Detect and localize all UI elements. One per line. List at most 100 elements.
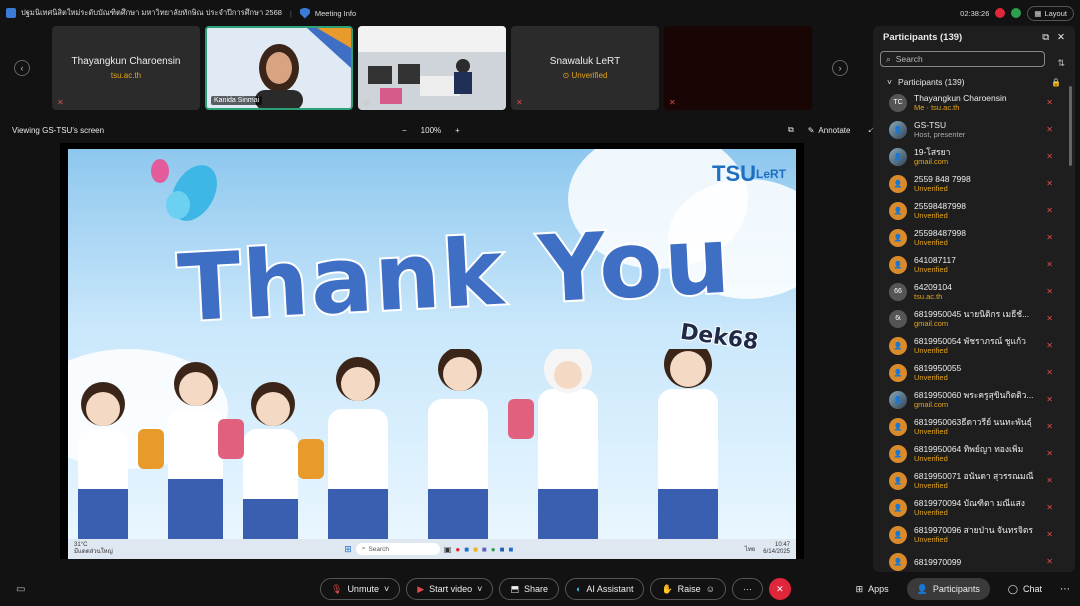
participant-subtitle: Unverified — [914, 237, 948, 247]
share-button[interactable]: ⬒ Share — [499, 578, 559, 600]
muted-mic-icon[interactable]: ✕ — [1046, 395, 1053, 404]
apps-label: Apps — [868, 584, 889, 594]
prev-tiles-button[interactable]: ‹ — [14, 60, 30, 76]
meeting-info-link[interactable]: Meeting Info — [315, 9, 356, 18]
taskbar-clock[interactable]: 10:47 6/14/2025 — [763, 542, 790, 556]
app-icon[interactable]: ■ — [482, 545, 487, 554]
more-options-button[interactable]: ··· — [731, 578, 763, 600]
zoom-in-button[interactable]: + — [455, 126, 460, 135]
shield-icon[interactable] — [299, 7, 310, 19]
raise-label: Raise — [677, 584, 701, 594]
muted-mic-icon[interactable]: ✕ — [1046, 206, 1053, 215]
popout-icon[interactable]: ⧉ — [788, 125, 794, 135]
chrome-icon[interactable]: ● — [491, 545, 496, 554]
layout-button[interactable]: ▦ Layout — [1027, 5, 1074, 21]
panel-header-actions: ⧉ ✕ — [1042, 32, 1065, 43]
recording-icon[interactable] — [995, 8, 1006, 18]
participant-row[interactable]: 👤 6819950071 อนันดา สุวรรณมณี Unverified ✕ — [889, 467, 1065, 494]
participant-row[interactable]: 👤 25598487998 Unverified ✕ — [889, 224, 1065, 251]
more-icon[interactable]: ⋯ — [1060, 584, 1070, 595]
lang-indicator[interactable]: ไทย — [745, 544, 756, 554]
participant-row[interactable]: 👤 6819970099 ✕ — [889, 548, 1065, 572]
video-tile-active-speaker[interactable]: Kanida Sinmai — [205, 26, 353, 110]
muted-mic-icon[interactable]: ✕ — [1046, 152, 1053, 161]
apps-button[interactable]: ⊞ Apps — [846, 578, 899, 600]
muted-mic-icon[interactable]: ✕ — [1046, 476, 1053, 485]
word-icon[interactable]: ■ — [500, 545, 505, 554]
muted-mic-icon[interactable]: ✕ — [1046, 125, 1053, 134]
app-icon[interactable]: ● — [455, 545, 460, 554]
chat-button[interactable]: ◯ Chat — [998, 578, 1052, 600]
muted-mic-icon[interactable]: ✕ — [1046, 503, 1053, 512]
participant-info: 641087117 Unverified — [914, 255, 1065, 275]
zoom-out-button[interactable]: − — [402, 126, 407, 135]
panel-scrollbar[interactable] — [1069, 86, 1072, 166]
muted-mic-icon[interactable]: ✕ — [1046, 368, 1053, 377]
participant-row[interactable]: 👤 GS-TSU Host, presenter ✕ — [889, 116, 1065, 143]
muted-mic-icon[interactable]: ✕ — [1046, 287, 1053, 296]
leave-meeting-button[interactable]: ✕ — [768, 578, 791, 600]
taskview-icon[interactable]: ▣ — [444, 545, 452, 554]
participant-subtitle: Unverified — [914, 372, 948, 382]
share-toolbar: Viewing GS-TSU's screen − 100% + ⧉ ✎ Ann… — [0, 122, 875, 138]
weather-widget[interactable]: 31°C มีแดดส่วนใหญ่ — [74, 542, 113, 556]
unmute-button[interactable]: 🎙 Unmute ˅ — [320, 578, 401, 600]
participant-row[interactable]: 👤 6819950064 ทิพย์ญา ทองเพิ่ม Unverified ✕ — [889, 440, 1065, 467]
slide: TSU LeRT Thank You Dek68 — [68, 149, 796, 539]
popout-icon[interactable]: ⧉ — [1042, 32, 1049, 43]
participant-row[interactable]: TC Thayangkun Charoensin Me · tsu.ac.th ✕ — [889, 89, 1065, 116]
folder-icon[interactable]: ■ — [473, 545, 478, 554]
muted-mic-icon[interactable]: ✕ — [1046, 530, 1053, 539]
search-input[interactable]: Search — [896, 54, 923, 64]
annotate-button[interactable]: Annotate — [818, 126, 850, 135]
start-video-button[interactable]: ▶ Start video ˅ — [406, 578, 494, 600]
chevron-down-icon[interactable]: ˅ — [384, 584, 389, 594]
muted-mic-icon[interactable]: ✕ — [1046, 260, 1053, 269]
video-tile[interactable]: ▣ — [358, 26, 506, 110]
participant-row[interactable]: 👤 6819950055 Unverified ✕ — [889, 359, 1065, 386]
participant-row[interactable]: 👤 25598487998 Unverified ✕ — [889, 197, 1065, 224]
muted-mic-icon[interactable]: ✕ — [1046, 341, 1053, 350]
participants-group-header[interactable]: ˅ Participants (139) 🔒 — [873, 69, 1075, 89]
video-tile[interactable]: Snawaluk LeRT ⊙ Unverified ✕ — [511, 26, 659, 110]
muted-mic-icon[interactable]: ✕ — [1046, 449, 1053, 458]
captions-icon[interactable]: ▭ — [16, 584, 25, 595]
muted-mic-icon[interactable]: ✕ — [1046, 314, 1053, 323]
taskbar-search[interactable]: ⌕ Search — [355, 543, 440, 555]
participant-row[interactable]: 66 64209104 tsu.ac.th ✕ — [889, 278, 1065, 305]
participant-row[interactable]: 👤 6819950060 พระครูสุขินกิตติว... gmail.co… — [889, 386, 1065, 413]
participant-name: 2559 848 7998 — [914, 173, 971, 184]
app-icon[interactable]: ■ — [464, 545, 469, 554]
muted-mic-icon[interactable]: ✕ — [1046, 179, 1053, 188]
close-icon[interactable]: ✕ — [1057, 32, 1065, 43]
sort-icon[interactable]: ⇅ — [1057, 58, 1065, 69]
reactions-icon[interactable]: ☺ — [706, 584, 715, 594]
avatar: 👤 — [889, 228, 907, 247]
participant-row[interactable]: 👤 6819950063ธีดาวรีย์ นนทะพันธุ์ Unverifie… — [889, 413, 1065, 440]
video-tile[interactable]: Thayangkun Charoensin tsu.ac.th ✕ — [52, 26, 200, 110]
muted-mic-icon[interactable]: ✕ — [1046, 557, 1053, 566]
participant-row[interactable]: 👤 6819970094 บัณฑิตา มณีแสง Unverified ✕ — [889, 494, 1065, 521]
participant-row[interactable]: 👤 6819970096 สายป่าน จันทรจิตร Unverified ✕ — [889, 521, 1065, 548]
video-tile[interactable]: ✕ — [664, 26, 812, 110]
participant-info: 25598487998 Unverified — [914, 201, 1065, 221]
participant-row[interactable]: 👤 6819950054 พัชราภรณ์ ชูแก้ว Unverified ✕ — [889, 332, 1065, 359]
participant-row[interactable]: 👤 2559 848 7998 Unverified ✕ — [889, 170, 1065, 197]
participants-button[interactable]: 👤 Participants — [906, 578, 990, 600]
raise-hand-button[interactable]: ✋ Raise ☺ — [650, 578, 726, 600]
participant-row[interactable]: 👤 641087117 Unverified ✕ — [889, 251, 1065, 278]
security-check-icon[interactable] — [1011, 8, 1022, 18]
muted-mic-icon[interactable]: ✕ — [1046, 422, 1053, 431]
muted-mic-icon[interactable]: ✕ — [1046, 98, 1053, 107]
participant-row[interactable]: 👤 19-โสรยา gmail.com ✕ — [889, 143, 1065, 170]
muted-mic-icon[interactable]: ✕ — [1046, 233, 1053, 242]
participants-label: Participants — [932, 584, 980, 594]
lock-icon[interactable]: 🔒 — [1051, 78, 1061, 87]
participant-search[interactable]: ⌕ Search — [880, 51, 1045, 67]
participant-row[interactable]: 6ɩ 6819950045 นายนิติกร เมธีชั... gmail.co… — [889, 305, 1065, 332]
next-tiles-button[interactable]: › — [832, 60, 848, 76]
app-icon[interactable]: ■ — [508, 545, 513, 554]
chevron-down-icon[interactable]: ˅ — [477, 584, 482, 594]
windows-start-icon[interactable]: ⊞ — [344, 544, 352, 555]
ai-assistant-button[interactable]: ◐ AI Assistant — [564, 578, 645, 600]
